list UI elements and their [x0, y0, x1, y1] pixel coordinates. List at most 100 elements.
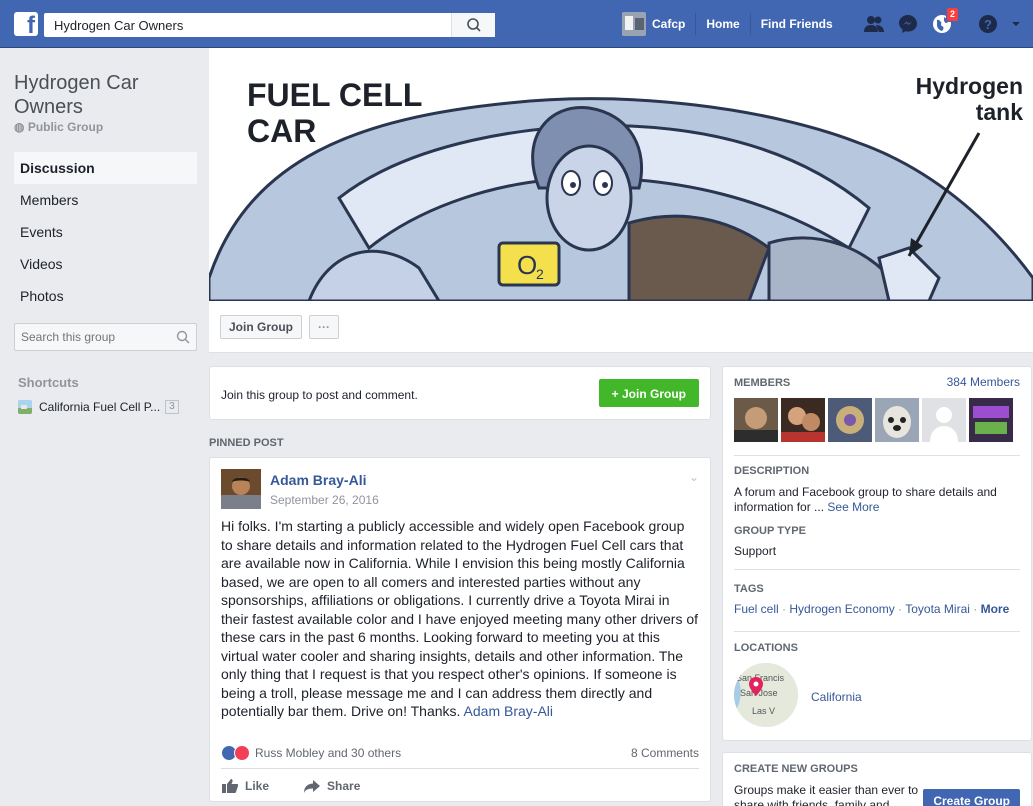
left-sidebar: Hydrogen Car Owners ◍ Public Group Discu… [0, 48, 209, 806]
group-type-heading: GROUP TYPE [734, 525, 806, 537]
nav-item-members[interactable]: Members [14, 184, 197, 216]
members-heading: MEMBERS [734, 377, 791, 389]
top-navigation-bar: f Cafcp Home Find Friends 2 ? [0, 0, 1033, 48]
pinned-post-heading: PINNED POST [209, 437, 284, 449]
create-groups-text: Groups make it easier than ever to share… [734, 783, 919, 806]
profile-link[interactable]: Cafcp [622, 12, 697, 36]
find-friends-link[interactable]: Find Friends [751, 13, 843, 35]
tags-list: Fuel cell · Hydrogen Economy · Toyota Mi… [734, 602, 1010, 616]
more-options-button[interactable]: ··· [309, 315, 339, 339]
messenger-icon[interactable] [896, 12, 920, 36]
reactions-summary[interactable]: Russ Mobley and 30 others 8 Comments [221, 743, 699, 763]
group-type-value: Support [734, 544, 777, 558]
shortcut-item[interactable]: California Fuel Cell P... 3 [18, 400, 208, 414]
search-button[interactable] [451, 13, 495, 37]
post-action-bar: Like Share [221, 768, 699, 803]
tag-link[interactable]: Hydrogen Economy [789, 602, 894, 616]
nav-item-videos[interactable]: Videos [14, 248, 197, 280]
locations-heading: LOCATIONS [734, 642, 798, 654]
post-body-text: Hi folks. I'm starting a publicly access… [221, 518, 699, 719]
pinned-post: Adam Bray-Ali September 26, 2016 ⌄ Hi fo… [209, 457, 711, 802]
global-search [44, 13, 495, 37]
join-prompt-card: Join this group to post and comment. + J… [209, 366, 711, 420]
tag-link[interactable]: Fuel cell [734, 602, 779, 616]
cover-headline-line2: CAR [247, 113, 316, 149]
section-divider [734, 569, 1020, 570]
member-avatars [734, 398, 1013, 442]
notification-count-badge: 2 [945, 7, 959, 22]
help-icon[interactable]: ? [976, 12, 1000, 36]
o2-subscript: 2 [536, 266, 544, 282]
create-group-card: CREATE NEW GROUPS Groups make it easier … [722, 752, 1032, 806]
global-search-input[interactable] [44, 13, 444, 37]
join-group-green-button[interactable]: + Join Group [598, 379, 699, 407]
section-divider [734, 631, 1020, 632]
globe-icon: ◍ [14, 120, 28, 134]
nav-item-events[interactable]: Events [14, 216, 197, 248]
group-search [14, 323, 197, 351]
join-group-button[interactable]: Join Group [220, 315, 302, 339]
top-nav-links: Cafcp Home Find Friends [622, 0, 843, 48]
tag-link[interactable]: Toyota Mirai [905, 602, 970, 616]
group-search-input[interactable] [15, 324, 165, 350]
share-button[interactable]: Share [303, 778, 360, 794]
friend-requests-icon[interactable] [862, 12, 886, 36]
post-body-mention[interactable]: Adam Bray-Ali [464, 703, 553, 719]
account-menu-chevron-icon[interactable] [1010, 12, 1022, 36]
shortcuts-heading: Shortcuts [18, 375, 79, 390]
cover-headline-line1: FUEL CELL [247, 77, 422, 113]
reactions-text: Russ Mobley and 30 others [255, 746, 402, 760]
share-arrow-icon [304, 780, 321, 793]
post-timestamp[interactable]: September 26, 2016 [270, 493, 379, 507]
search-icon [467, 18, 481, 32]
join-prompt-text: Join this group to post and comment. [221, 388, 418, 402]
profile-avatar [622, 12, 646, 36]
create-group-button[interactable]: Create Group [923, 789, 1020, 806]
group-navigation: Discussion Members Events Videos Photos [14, 152, 197, 312]
create-groups-heading: CREATE NEW GROUPS [734, 763, 858, 775]
thumbs-up-icon [222, 779, 239, 793]
group-title[interactable]: Hydrogen Car Owners [14, 71, 204, 119]
tags-heading: TAGS [734, 583, 764, 595]
member-avatar[interactable] [781, 398, 825, 442]
cover-action-bar: Join Group ··· [209, 301, 1033, 353]
shortcut-count: 3 [165, 400, 179, 414]
svg-text:?: ? [984, 17, 992, 32]
description-text: A forum and Facebook group to share deta… [734, 485, 997, 514]
group-thumbnail-icon [18, 400, 32, 414]
member-avatar[interactable] [734, 398, 778, 442]
cover-label-line1: Hydrogen [916, 73, 1023, 99]
section-divider [734, 455, 1020, 456]
tags-more-link[interactable]: More [981, 602, 1010, 616]
top-nav-icons: 2 ? [862, 7, 1022, 36]
member-avatar[interactable] [875, 398, 919, 442]
profile-name: Cafcp [652, 17, 686, 31]
nav-item-discussion[interactable]: Discussion [14, 152, 197, 184]
o2-label: O [517, 250, 537, 280]
member-avatar[interactable] [969, 398, 1013, 442]
search-icon[interactable] [176, 330, 190, 344]
post-options-chevron-icon[interactable]: ⌄ [689, 470, 699, 484]
post-author-name[interactable]: Adam Bray-Ali [270, 472, 366, 488]
post-body: Hi folks. I'm starting a publicly access… [221, 517, 699, 721]
members-count-link[interactable]: 384 Members [947, 375, 1020, 389]
location-map[interactable]: San Francis San Jose Las V [734, 663, 798, 727]
group-about-card: MEMBERS 384 Members DESCRIPTION A forum … [722, 366, 1032, 741]
map-label: Las V [752, 706, 775, 716]
location-link[interactable]: California [811, 690, 862, 704]
member-avatar[interactable] [828, 398, 872, 442]
nav-item-photos[interactable]: Photos [14, 280, 197, 312]
member-avatar[interactable] [922, 398, 966, 442]
group-cover-photo[interactable]: O 2 FUEL CELL CAR Hydrogen tank [209, 48, 1033, 301]
see-more-link[interactable]: See More [827, 500, 879, 514]
shortcut-label: California Fuel Cell P... [39, 400, 161, 414]
group-privacy: ◍ Public Group [14, 120, 104, 134]
comments-count[interactable]: 8 Comments [631, 746, 699, 760]
description-heading: DESCRIPTION [734, 465, 810, 477]
author-avatar[interactable] [221, 469, 261, 509]
like-button[interactable]: Like [221, 778, 269, 794]
notifications-globe-icon[interactable]: 2 [930, 7, 959, 36]
home-link[interactable]: Home [696, 13, 751, 35]
facebook-logo-icon[interactable]: f [14, 12, 38, 38]
cover-label-line2: tank [976, 99, 1024, 125]
